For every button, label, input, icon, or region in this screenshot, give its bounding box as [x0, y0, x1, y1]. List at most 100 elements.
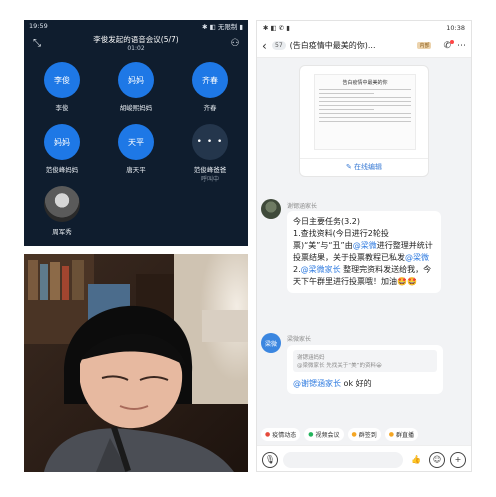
participant-name: 唐天平 — [126, 166, 146, 174]
document-card[interactable]: 告白疫情中最美的你 ✎ 在线编辑 — [299, 65, 429, 177]
document-card-divider — [300, 158, 428, 159]
document-line — [319, 121, 411, 122]
meeting-status-time: 19:59 — [29, 22, 48, 30]
participant-avatar: 李俊 — [44, 62, 80, 98]
participant-avatar: 齐春 — [192, 62, 228, 98]
tool-label: 群签到 — [358, 431, 377, 439]
meeting-title: 李俊发起的语音会议(5/7) — [93, 35, 179, 44]
tool-epidemic-news[interactable]: ● 疫情动态 — [261, 427, 301, 441]
reply-text: @谢锶涵家长 ok 好的 — [293, 378, 437, 389]
message-text: 2. — [293, 265, 301, 274]
meeting-title-block: 李俊发起的语音会议(5/7) 01:02 — [44, 34, 228, 52]
quoted-sender: 谢锶涵妈妈 — [297, 355, 325, 361]
chat-status-bar: ✱ ◧ ✆ ▮ 10:38 — [257, 21, 471, 34]
edit-icon: ✎ — [345, 163, 355, 171]
participant-1[interactable]: 李俊 李俊 — [30, 62, 94, 112]
tool-check-in[interactable]: ● 群签到 — [347, 427, 381, 441]
participant-name: 周军秀 — [52, 228, 72, 236]
tool-label: 疫情动态 — [272, 431, 297, 439]
document-line — [319, 101, 411, 102]
sender-avatar[interactable] — [261, 199, 281, 219]
meeting-duration: 01:02 — [127, 45, 145, 52]
participant-name: 范俊峰妈妈 — [45, 166, 79, 174]
tool-video-meeting[interactable]: ● 视频会议 — [304, 427, 344, 441]
participant-avatar: 天平 — [118, 124, 154, 160]
screenshot-collage: 19:59 ✱ ◧ 无限制 ▮ ⤡ 李俊发起的语音会议(5/7) 01:02 ⚇… — [0, 0, 496, 497]
tool-label: 群直播 — [396, 431, 415, 439]
voice-input-icon[interactable]: 🎙 — [262, 451, 278, 468]
participant-photo-avatar — [44, 186, 80, 222]
mention-link[interactable]: @梁微 — [405, 253, 429, 262]
participant-grid: 李俊 李俊 妈妈 胡峻熙妈妈 齐春 齐春 妈妈 范俊峰妈妈 天平 唐天平 • •… — [24, 54, 248, 244]
document-line — [319, 117, 411, 118]
message-input[interactable] — [283, 451, 403, 468]
member-count-badge: 57 — [272, 41, 286, 50]
online-edit-label: 在线编辑 — [354, 163, 383, 171]
participant-calling-status: 呼叫中 — [200, 176, 219, 183]
message-line: 今日主要任务(3.2) — [293, 217, 360, 226]
document-preview: 告白疫情中最美的你 — [314, 74, 416, 150]
participant-avatar: 妈妈 — [118, 62, 154, 98]
reply-content: ok 好的 — [341, 379, 372, 388]
voice-meeting-screen: 19:59 ✱ ◧ 无限制 ▮ ⤡ 李俊发起的语音会议(5/7) 01:02 ⚇… — [24, 20, 248, 246]
message-bubble[interactable]: 今日主要任务(3.2) 1.查找资料(今日进行2轮投票)“美”与“丑”由@梁微进… — [287, 211, 441, 293]
participant-3[interactable]: 齐春 齐春 — [178, 62, 242, 112]
chat-status-time: 10:38 — [446, 23, 465, 32]
emoji-icon[interactable]: ☺ — [429, 451, 445, 468]
message-input-bar: 🎙 👍 ☺ + — [257, 445, 471, 471]
meeting-status-icons: ✱ ◧ 无限制 ▮ — [202, 23, 243, 31]
document-line — [319, 93, 375, 94]
online-edit-link[interactable]: ✎ 在线编辑 — [300, 162, 428, 172]
check-in-icon: ● — [351, 430, 357, 438]
participant-7[interactable]: 周军秀 — [30, 186, 94, 236]
participant-name: 齐春 — [203, 104, 217, 112]
minimize-icon[interactable]: ⤡ — [30, 36, 44, 50]
student-photo — [24, 254, 248, 472]
sender-avatar[interactable]: 梁微 — [261, 333, 281, 353]
notification-dot — [450, 39, 454, 44]
chat-status-icons: ✱ ◧ ✆ ▮ — [263, 23, 290, 32]
mention-link[interactable]: @梁微 — [353, 241, 377, 250]
thumbs-up-icon[interactable]: 👍 — [408, 452, 424, 468]
chat-header: ‹ 57 (告白疫情中最美的你)... 内部 ✆ ⋯ — [257, 34, 471, 58]
message-sender: 梁微家长 — [287, 336, 312, 343]
participant-4[interactable]: 妈妈 范俊峰妈妈 — [30, 124, 94, 174]
quoted-text: @梁微家长 先找关于“美”的资料😀 — [297, 363, 382, 369]
document-line — [319, 89, 411, 90]
participant-name: 范俊峰爸爸 — [193, 166, 227, 174]
participant-avatar: 妈妈 — [44, 124, 80, 160]
participant-6[interactable]: • • • 范俊峰爸爸 呼叫中 — [178, 124, 242, 183]
group-chat-screen: ✱ ◧ ✆ ▮ 10:38 ‹ 57 (告白疫情中最美的你)... 内部 ✆ ⋯… — [256, 20, 472, 472]
message-line: 2.@梁微家长 整理完资料发送给我，今天下午群里进行投票哦！加油🤩🤩 — [293, 264, 435, 288]
live-icon: ● — [388, 430, 395, 438]
mention-link[interactable]: @梁微家长 — [301, 265, 341, 274]
document-line — [319, 105, 411, 106]
document-title: 告白疫情中最美的你 — [342, 80, 388, 86]
epidemic-icon: ● — [265, 430, 271, 438]
quoted-message[interactable]: 谢锶涵妈妈 @梁微家长 先找关于“美”的资料😀 — [293, 350, 437, 372]
meeting-status-bar: 19:59 ✱ ◧ 无限制 ▮ — [24, 20, 248, 32]
participant-2[interactable]: 妈妈 胡峻熙妈妈 — [104, 62, 168, 112]
calling-dots-icon: • • • — [192, 124, 228, 160]
back-arrow-icon[interactable]: ‹ — [262, 39, 272, 53]
tool-live[interactable]: ● 群直播 — [384, 427, 419, 441]
participant-name: 胡峻熙妈妈 — [119, 104, 153, 112]
reply-bubble[interactable]: 谢锶涵妈妈 @梁微家长 先找关于“美”的资料😀 @谢锶涵家长 ok 好的 — [287, 345, 443, 394]
document-line — [319, 97, 411, 98]
add-icon[interactable]: + — [450, 451, 466, 468]
quick-tools-bar: ● 疫情动态 ● 视频会议 ● 群签到 ● 群直播 — [257, 425, 471, 443]
add-participant-icon[interactable]: ⚇ — [228, 36, 242, 50]
participant-5[interactable]: 天平 唐天平 — [104, 124, 168, 174]
student-writing-illustration — [24, 254, 248, 472]
more-options-icon[interactable]: ⋯ — [457, 41, 466, 51]
internal-tag: 内部 — [417, 42, 432, 49]
mention-link[interactable]: @谢锶涵家长 — [293, 379, 341, 388]
video-icon: ● — [308, 430, 314, 438]
message-line: 1.查找资料(今日进行2轮投票)“美”与“丑”由@梁微进行整理并统计投票结果，关… — [293, 228, 435, 264]
chat-title[interactable]: (告白疫情中最美的你)... — [290, 40, 418, 51]
document-line — [319, 113, 411, 114]
meeting-header: ⤡ 李俊发起的语音会议(5/7) 01:02 ⚇ — [24, 32, 248, 54]
participant-name: 李俊 — [55, 104, 69, 112]
tool-label: 视频会议 — [315, 431, 340, 439]
phone-icon[interactable]: ✆ — [443, 39, 454, 51]
